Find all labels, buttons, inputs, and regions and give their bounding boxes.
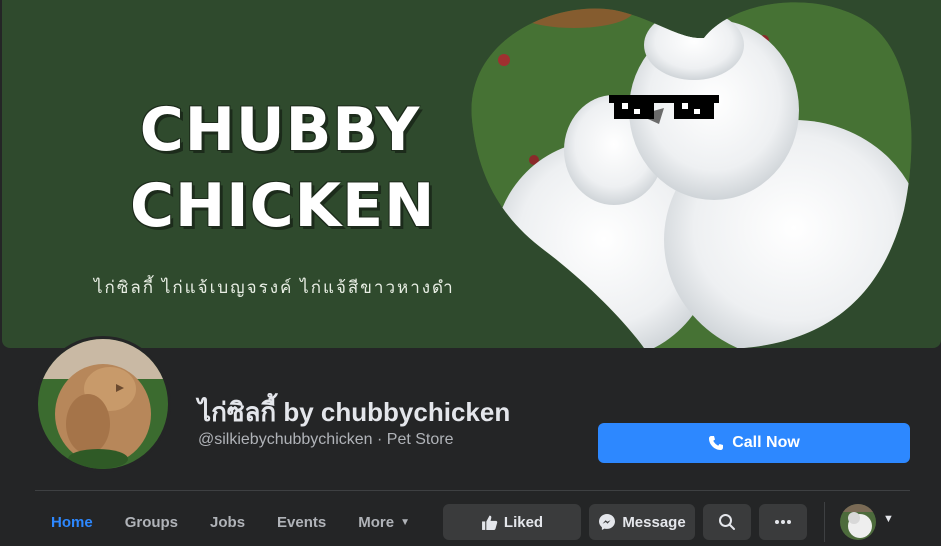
- facebook-page-header: CHUBBY CHICKEN ไก่ซิลกี้ ไก่แจ้เบญจรงค์ …: [0, 0, 941, 546]
- profile-avatar-image: [38, 339, 168, 469]
- phone-icon: [709, 436, 724, 450]
- header-divider: [35, 490, 910, 491]
- page-tabs: Home Groups Jobs Events More ▼: [35, 498, 426, 546]
- more-options-button[interactable]: [759, 504, 807, 540]
- liked-label: Liked: [503, 513, 544, 531]
- account-switch-chevron-icon[interactable]: ▼: [883, 513, 894, 525]
- messenger-icon: [599, 514, 616, 530]
- tab-more[interactable]: More ▼: [342, 498, 426, 546]
- search-button[interactable]: [703, 504, 751, 540]
- tab-jobs[interactable]: Jobs: [194, 498, 261, 546]
- message-label: Message: [622, 513, 686, 531]
- thumbs-up-icon: [481, 515, 498, 530]
- tab-home[interactable]: Home: [35, 498, 109, 546]
- profile-avatar[interactable]: [35, 336, 171, 472]
- search-icon: [719, 514, 735, 530]
- tab-groups-label: Groups: [124, 513, 179, 531]
- call-now-button[interactable]: Call Now: [598, 423, 910, 463]
- tab-groups[interactable]: Groups: [109, 498, 194, 546]
- tab-more-label: More: [358, 513, 395, 531]
- cover-subtitle: ไก่ซิลกี้ ไก่แจ้เบญจรงค์ ไก่แจ้สีขาวหางด…: [94, 278, 455, 297]
- message-button[interactable]: Message: [589, 504, 695, 540]
- tab-home-label: Home: [51, 513, 93, 531]
- actions-separator: [824, 502, 825, 542]
- chevron-down-icon: ▼: [400, 516, 410, 528]
- page-name: ไก่ซิลกี้ by chubbychicken: [198, 397, 511, 427]
- page-handle-category: @silkiebychubbychicken · Pet Store: [198, 431, 454, 448]
- cover-title-line1: CHUBBY: [139, 95, 421, 165]
- ellipsis-icon: [775, 520, 791, 524]
- cover-title-line2: CHICKEN: [130, 171, 436, 241]
- cover-image[interactable]: CHUBBY CHICKEN ไก่ซิลกี้ ไก่แจ้เบญจรงค์ …: [2, 0, 941, 348]
- tab-events[interactable]: Events: [261, 498, 342, 546]
- tab-jobs-label: Jobs: [210, 513, 246, 531]
- liked-button[interactable]: Liked: [443, 504, 581, 540]
- acting-as-avatar-image: [840, 504, 876, 540]
- acting-as-avatar[interactable]: [840, 504, 876, 540]
- cover-chicken-photo: [471, 2, 912, 348]
- call-now-label: Call Now: [732, 434, 800, 451]
- tab-events-label: Events: [277, 513, 327, 531]
- cover-title: CHUBBY CHICKEN: [130, 92, 436, 244]
